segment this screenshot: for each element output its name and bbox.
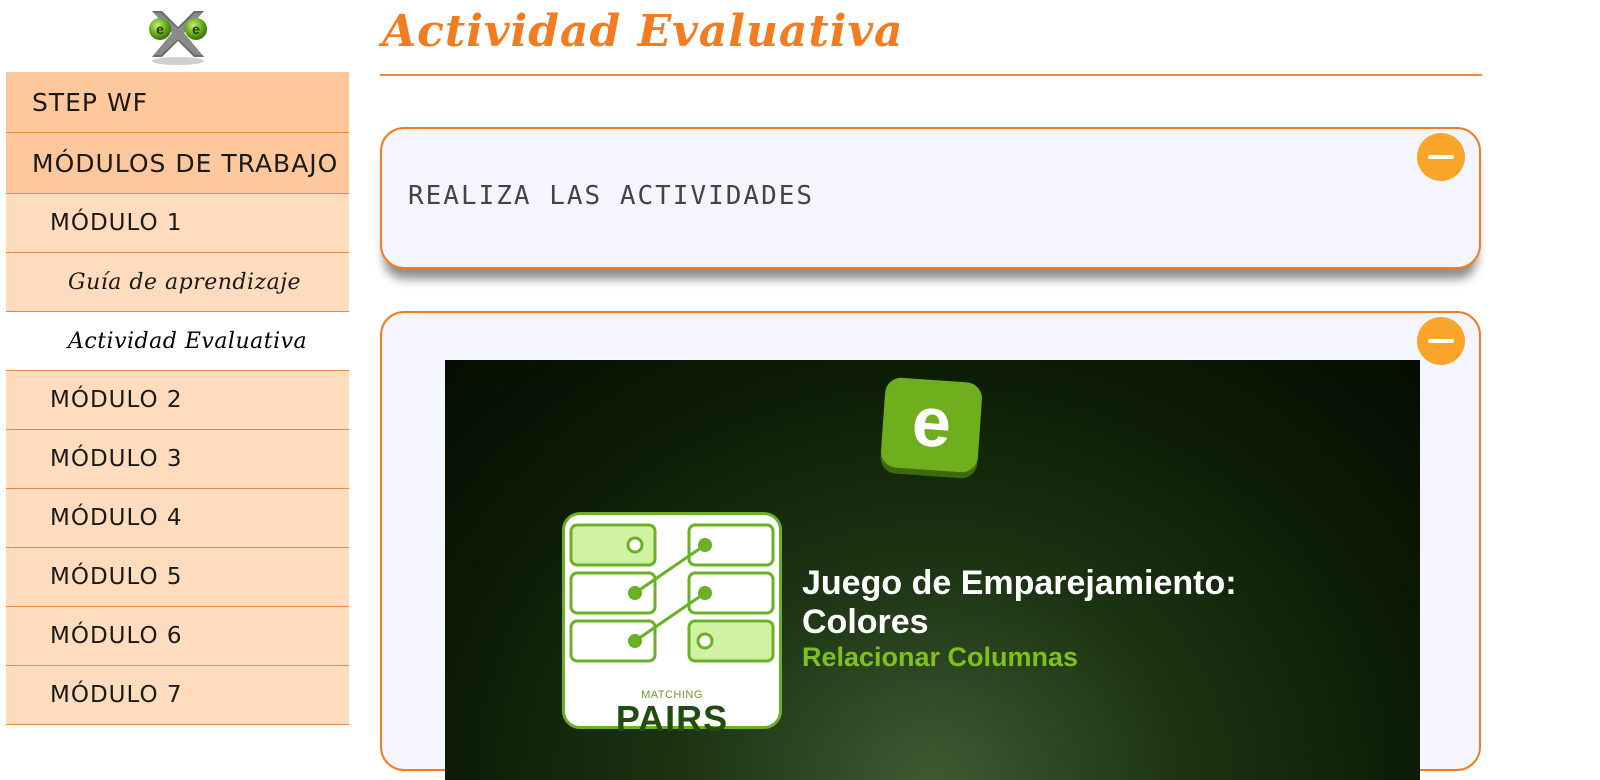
sidebar: e e STEP WF MÓDULOS DE TRABAJO MÓDULO 1 … <box>6 0 349 747</box>
sidebar-item-modulos-de-trabajo[interactable]: MÓDULOS DE TRABAJO <box>6 133 349 194</box>
instructions-text: REALIZA LAS ACTIVIDADES <box>408 181 815 211</box>
sidebar-item-step-wf[interactable]: STEP WF <box>6 72 349 133</box>
sidebar-item-modulo-4[interactable]: MÓDULO 4 <box>6 489 349 548</box>
sidebar-item-guia-de-aprendizaje[interactable]: Guía de aprendizaje <box>6 253 349 312</box>
svg-text:e: e <box>156 21 164 37</box>
sidebar-item-modulo-7[interactable]: MÓDULO 7 <box>6 666 349 725</box>
sidebar-item-modulo-1[interactable]: MÓDULO 1 <box>6 194 349 253</box>
card-title: PAIRS <box>615 698 729 739</box>
exe-logo-icon[interactable]: e e <box>142 5 214 67</box>
main-content: Actividad Evaluativa REALIZA LAS ACTIVID… <box>380 0 1482 780</box>
sidebar-item-label: MÓDULO 1 <box>50 210 183 236</box>
exelearning-e-logo-icon: e <box>879 376 984 474</box>
sidebar-item-label: MÓDULO 6 <box>50 623 183 649</box>
instructions-box: REALIZA LAS ACTIVIDADES <box>380 127 1481 269</box>
sidebar-item-label: MÓDULO 5 <box>50 564 183 590</box>
sidebar-item-modulo-5[interactable]: MÓDULO 5 <box>6 548 349 607</box>
matching-pairs-card: MATCHING PAIRS <box>562 512 782 737</box>
activity-subtitle: Relacionar Columnas <box>802 642 1079 672</box>
sidebar-item-actividad-evaluativa[interactable]: Actividad Evaluativa <box>6 312 349 371</box>
sidebar-item-label: MÓDULO 7 <box>50 682 183 708</box>
sidebar-item-modulo-6[interactable]: MÓDULO 6 <box>6 607 349 666</box>
activity-title: Juego de Emparejamiento: Colores <box>802 564 1237 641</box>
sidebar-item-modulo-3[interactable]: MÓDULO 3 <box>6 430 349 489</box>
minus-icon <box>1428 155 1454 159</box>
activity-box: e MATCHING PAIRS Juego de Emparejamiento… <box>380 311 1481 780</box>
logo-area: e e <box>6 0 349 72</box>
sidebar-item-label: MÓDULO 4 <box>50 505 183 531</box>
sidebar-item-label: MÓDULO 3 <box>50 446 183 472</box>
sidebar-item-modulo-2[interactable]: MÓDULO 2 <box>6 371 349 430</box>
sidebar-item-label: MÓDULO 2 <box>50 387 183 413</box>
collapse-toggle-button[interactable] <box>1417 133 1465 181</box>
minus-icon <box>1428 339 1454 343</box>
svg-text:e: e <box>192 21 200 37</box>
sidebar-item-label: STEP WF <box>32 87 149 117</box>
sidebar-item-label: Guía de aprendizaje <box>68 269 302 295</box>
activity-embed[interactable]: e MATCHING PAIRS Juego de Emparejamiento… <box>445 360 1420 780</box>
sidebar-nav: STEP WF MÓDULOS DE TRABAJO MÓDULO 1 Guía… <box>6 72 349 725</box>
page-title: Actividad Evaluativa <box>380 0 1482 76</box>
matching-pairs-icon <box>569 523 775 663</box>
sidebar-item-label: MÓDULOS DE TRABAJO <box>32 148 339 178</box>
sidebar-item-label: Actividad Evaluativa <box>68 328 308 354</box>
collapse-toggle-button[interactable] <box>1417 317 1465 365</box>
logo-letter: e <box>909 381 954 463</box>
